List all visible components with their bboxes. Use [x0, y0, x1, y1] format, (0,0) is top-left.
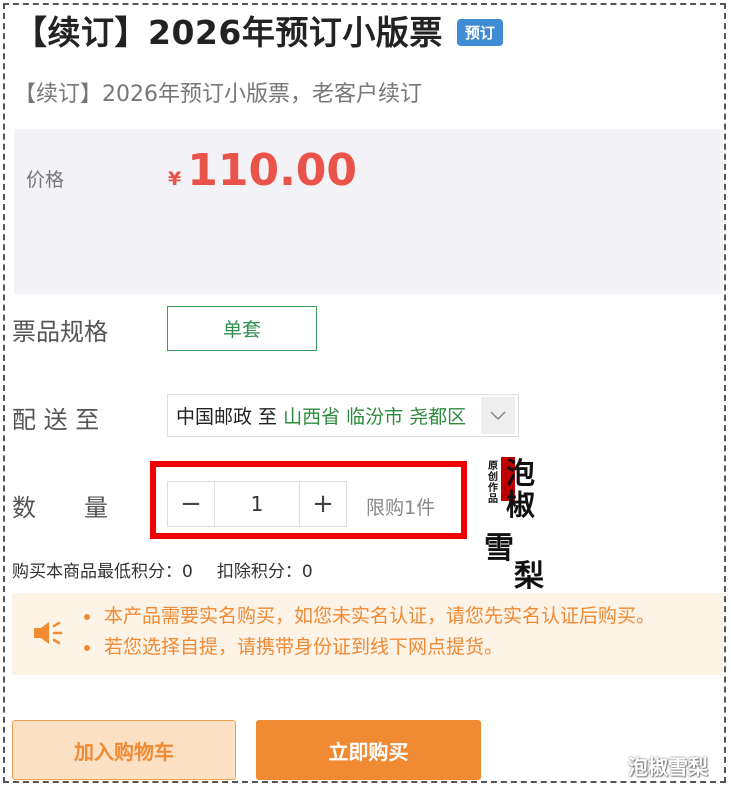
buy-now-button[interactable]: 立即购买 — [256, 720, 481, 780]
spec-option-button[interactable]: 单套 — [167, 306, 317, 351]
deduct-points: 扣除积分：0 — [216, 562, 313, 582]
preorder-badge: 预订 — [456, 18, 503, 46]
price-panel: 价格 ¥110.00 — [14, 129, 723, 294]
notice-box: 本产品需要实名购买，如您未实名认证，请您先实名认证后购买。 若您选择自提，请携带… — [12, 593, 723, 675]
notice-item: 本产品需要实名购买，如您未实名认证，请您先实名认证后购买。 — [83, 601, 655, 632]
price-label: 价格 — [26, 169, 65, 191]
seal-line-3: 梨 — [514, 559, 544, 594]
price-value: 110.00 — [187, 145, 358, 196]
seal-small-text: 原创作品 — [488, 461, 498, 505]
decrement-button[interactable]: − — [168, 482, 214, 526]
increment-button[interactable]: + — [300, 482, 346, 526]
shipping-select[interactable]: 中国邮政 至 山西省 临汾市 尧都区 — [167, 394, 519, 437]
seal-big-text: 泡椒 — [506, 456, 536, 522]
shipping-region: 山西省 临汾市 尧都区 — [283, 406, 467, 428]
title-row: 【续订】2026年预订小版票 预订 — [14, 6, 503, 54]
points-info: 购买本商品最低积分：0 扣除积分：0 — [12, 557, 313, 582]
watermark-seal: 原创作品 泡椒 雪 梨 — [484, 455, 550, 594]
notice-list: 本产品需要实名购买，如您未实名认证，请您先实名认证后购买。 若您选择自提，请携带… — [83, 601, 655, 663]
shipping-carrier: 中国邮政 至 — [176, 406, 278, 428]
chevron-down-icon[interactable] — [481, 397, 515, 434]
shipping-label: 配 送 至 — [12, 406, 100, 434]
product-title: 【续订】2026年预订小版票 — [14, 13, 443, 52]
currency-symbol: ¥ — [168, 168, 182, 190]
quantity-input[interactable]: 1 — [214, 482, 300, 526]
purchase-limit: 限购1件 — [366, 497, 436, 519]
watermark-text: 泡椒雪梨 — [628, 755, 708, 779]
quantity-label: 数 量 — [12, 494, 108, 522]
add-to-cart-button[interactable]: 加入购物车 — [12, 720, 236, 780]
seal-line-2: 雪 — [484, 531, 514, 566]
quantity-stepper[interactable]: − 1 + — [167, 481, 347, 527]
speaker-icon — [32, 619, 64, 647]
shipping-value: 中国邮政 至 山西省 临汾市 尧都区 — [168, 402, 481, 429]
notice-item: 若您选择自提，请携带身份证到线下网点提货。 — [83, 632, 655, 663]
product-subtitle: 【续订】2026年预订小版票，老客户续订 — [14, 82, 422, 107]
price-display: ¥110.00 — [168, 145, 357, 196]
spec-label: 票品规格 — [12, 318, 108, 346]
min-points: 购买本商品最低积分：0 — [12, 562, 193, 582]
